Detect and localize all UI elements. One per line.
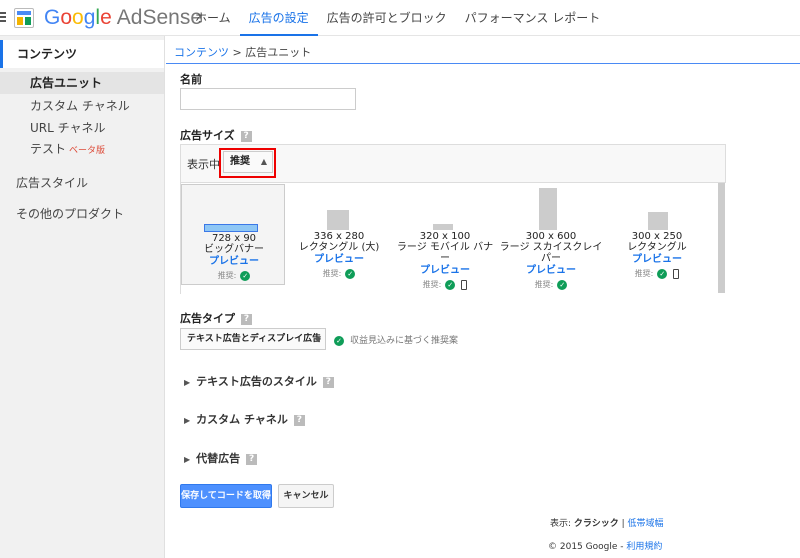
size-shape (433, 224, 453, 230)
preview-link[interactable]: プレビュー (499, 264, 603, 277)
expand-arrow-icon: ▶ (184, 416, 191, 425)
breadcrumb-content-link[interactable]: コンテンツ (174, 46, 229, 59)
ad-size-card[interactable]: 728 x 90 ビッグバナー プレビュー 推奨: ✓ (181, 184, 285, 285)
ad-size-label: 広告サイズ? (180, 127, 252, 143)
adsense-logo-icon (14, 8, 34, 28)
sidebar-section-content[interactable]: コンテンツ (0, 40, 164, 68)
menu-icon[interactable] (0, 12, 6, 22)
nav-performance[interactable]: パフォーマンス レポート (456, 0, 610, 36)
check-icon: ✓ (445, 279, 456, 290)
sidebar-item-url-channels[interactable]: URL チャネル (30, 119, 106, 136)
select-arrows-icon: ◆ (314, 334, 321, 343)
sidebar-item-test[interactable]: テスト ベータ版 (30, 140, 105, 157)
ad-size-card[interactable]: 300 x 250 レクタングル プレビュー 推奨: ✓ (605, 183, 709, 295)
preview-link[interactable]: プレビュー (393, 264, 497, 277)
check-icon: ✓ (557, 279, 568, 290)
low-bandwidth-link[interactable]: 低帯域幅 (628, 519, 664, 529)
ad-type-select[interactable]: テキスト広告とディスプレイ広告 ◆ (180, 328, 326, 350)
type-recommendation-note: ✓ 収益見込みに基づく推奨案 (334, 333, 458, 346)
cards-scrollbar[interactable] (718, 183, 725, 293)
name-label: 名前 (180, 73, 202, 86)
highlight-frame (219, 148, 276, 178)
breadcrumb-current: 広告ユニット (245, 46, 312, 59)
ad-size-card[interactable]: 300 x 600 ラージ スカイスクレイパー プレビュー 推奨: ✓ (499, 183, 603, 295)
help-icon[interactable]: ? (322, 376, 334, 388)
nav-allow-block[interactable]: 広告の許可とブロック (318, 0, 456, 36)
check-icon: ✓ (334, 335, 344, 346)
preview-link[interactable]: プレビュー (287, 253, 391, 266)
help-icon[interactable]: ? (240, 130, 252, 142)
size-shape (327, 210, 349, 230)
expand-arrow-icon: ▶ (184, 378, 191, 387)
showing-label: 表示中 (187, 158, 220, 171)
sidebar-item-ad-units[interactable]: 広告ユニット (0, 72, 164, 94)
check-icon: ✓ (657, 268, 668, 279)
help-icon[interactable]: ? (293, 414, 305, 426)
save-and-get-code-button[interactable]: 保存してコードを取得 (180, 484, 272, 508)
size-shape (539, 188, 557, 230)
name-input[interactable] (180, 88, 356, 110)
nav-ad-settings[interactable]: 広告の設定 (239, 0, 318, 36)
help-icon[interactable]: ? (246, 453, 258, 465)
preview-link[interactable]: プレビュー (605, 253, 709, 266)
display-mode: 表示: クラシック | 低帯域幅 (550, 519, 664, 529)
help-icon[interactable]: ? (241, 313, 252, 325)
size-shape (648, 212, 668, 230)
ad-type-label: 広告タイプ? (180, 310, 252, 326)
check-icon: ✓ (240, 270, 251, 281)
logo[interactable]: Google AdSense (44, 6, 202, 30)
ad-size-card[interactable]: 336 x 280 レクタングル (大) プレビュー 推奨: ✓ (287, 183, 391, 295)
terms-link[interactable]: 利用規約 (626, 542, 662, 552)
mobile-icon (461, 279, 468, 290)
beta-badge: ベータ版 (69, 146, 106, 156)
expand-arrow-icon: ▶ (184, 455, 191, 464)
ad-size-cards: 728 x 90 ビッグバナー プレビュー 推奨: ✓ 336 x 280 レクタ… (181, 182, 726, 294)
divider (166, 63, 800, 64)
ad-size-panel: 表示中 推奨 ▲ 728 x 90 ビッグバナー プレビュー 推奨: ✓ 336 x… (180, 144, 726, 294)
check-icon: ✓ (345, 268, 356, 279)
section-custom-channels[interactable]: ▶ カスタム チャネル? (184, 411, 305, 427)
preview-link[interactable]: プレビュー (182, 255, 286, 268)
ad-size-card[interactable]: 320 x 100 ラージ モバイル バナー プレビュー 推奨: ✓ (393, 183, 497, 295)
size-shape (204, 224, 258, 232)
sidebar-item-other-products[interactable]: その他のプロダクト (16, 205, 124, 222)
nav-home[interactable]: ホーム (186, 0, 240, 36)
sidebar-item-custom-channels[interactable]: カスタム チャネル (30, 97, 130, 114)
main-content: コンテンツ > 広告ユニット 名前 広告サイズ? 表示中 推奨 ▲ 728 x 9… (166, 36, 800, 558)
breadcrumb: コンテンツ > 広告ユニット (174, 46, 312, 59)
section-backup-ads[interactable]: ▶ 代替広告? (184, 450, 258, 466)
sidebar-item-ad-styles[interactable]: 広告スタイル (16, 174, 88, 191)
top-bar: Google AdSense ホーム 広告の設定 広告の許可とブロック パフォーマ… (0, 0, 800, 36)
main-nav: ホーム 広告の設定 広告の許可とブロック パフォーマンス レポート (186, 0, 609, 36)
cancel-button[interactable]: キャンセル (278, 484, 334, 508)
copyright: © 2015 Google - 利用規約 (548, 542, 663, 552)
mobile-icon (673, 268, 680, 279)
sidebar: コンテンツ 広告ユニット カスタム チャネル URL チャネル テスト ベータ版 … (0, 36, 165, 558)
section-text-ad-style[interactable]: ▶ テキスト広告のスタイル? (184, 373, 334, 389)
